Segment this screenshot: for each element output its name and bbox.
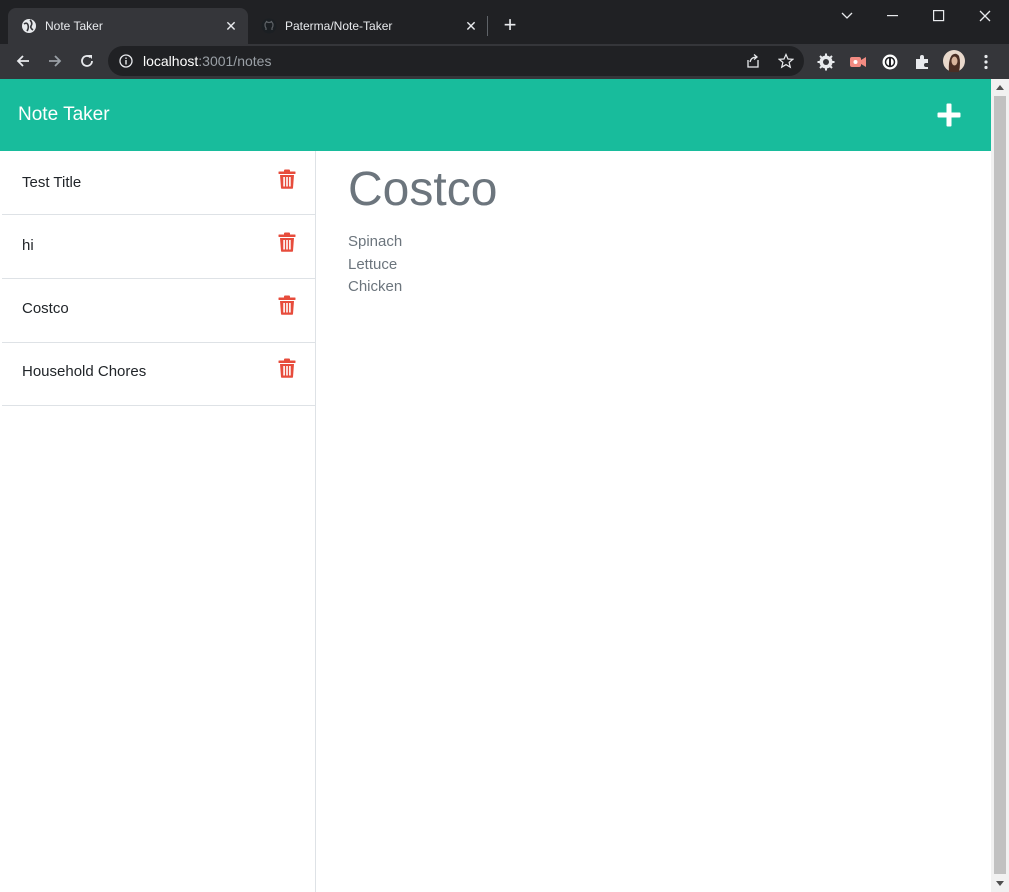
puzzle-extensions-icon[interactable] — [913, 53, 931, 71]
tab-separator — [487, 16, 488, 36]
video-extension-icon[interactable] — [849, 53, 867, 71]
app-brand[interactable]: Note Taker — [18, 104, 110, 126]
close-tab-icon[interactable]: ✕ — [222, 17, 240, 35]
trash-icon[interactable] — [278, 232, 296, 252]
trash-icon[interactable] — [278, 358, 296, 378]
scroll-up-arrow-icon[interactable] — [991, 79, 1009, 96]
note-text-field[interactable]: Spinach Lettuce Chicken — [348, 231, 402, 299]
url-text: localhost:3001/notes — [143, 53, 271, 69]
note-list-item[interactable]: hi — [2, 215, 315, 279]
trash-icon[interactable] — [278, 169, 296, 189]
github-icon — [261, 18, 277, 34]
circle-extension-icon[interactable] — [881, 53, 899, 71]
scroll-down-arrow-icon[interactable] — [991, 875, 1009, 892]
maximize-icon — [933, 10, 945, 22]
profile-avatar[interactable] — [943, 50, 965, 72]
note-list: Test Title hi Costco Household Chores — [0, 151, 316, 892]
tab-github-repo[interactable]: Paterma/Note-Taker ✕ — [248, 8, 488, 44]
reload-button[interactable] — [73, 47, 101, 75]
note-editor: Costco Spinach Lettuce Chicken — [316, 151, 991, 892]
tab-note-taker[interactable]: Note Taker ✕ — [8, 8, 248, 44]
tab-title: Paterma/Note-Taker — [285, 19, 393, 33]
minimize-icon — [887, 15, 898, 17]
maximize-button[interactable] — [916, 0, 962, 32]
page-viewport: Note Taker Test Title hi Costco Househol… — [0, 79, 1009, 892]
back-button[interactable] — [9, 47, 37, 75]
share-icon[interactable] — [745, 53, 761, 69]
browser-toolbar: localhost:3001/notes — [0, 44, 1009, 79]
note-title-field[interactable]: Costco — [348, 164, 497, 216]
note-list-item[interactable]: Test Title — [2, 151, 315, 215]
minimize-button[interactable] — [870, 0, 916, 32]
browser-tab-strip: Note Taker ✕ Paterma/Note-Taker ✕ + — [0, 0, 1009, 44]
new-note-plus-icon[interactable] — [936, 102, 962, 128]
close-tab-icon[interactable]: ✕ — [462, 17, 480, 35]
note-list-item[interactable]: Costco — [2, 279, 315, 343]
bookmark-star-icon[interactable] — [778, 53, 794, 69]
note-item-title[interactable]: Test Title — [22, 174, 81, 192]
tab-search-button[interactable] — [824, 0, 870, 32]
url-path: :3001/notes — [198, 53, 272, 69]
address-bar[interactable]: localhost:3001/notes — [108, 46, 804, 76]
trash-icon[interactable] — [278, 295, 296, 315]
note-item-title[interactable]: Costco — [22, 300, 69, 318]
chevron-down-icon — [841, 12, 853, 19]
info-icon[interactable] — [119, 54, 133, 68]
new-tab-button[interactable]: + — [498, 14, 522, 38]
kebab-menu-icon[interactable] — [977, 53, 995, 71]
globe-icon — [22, 19, 36, 33]
arrow-left-icon — [16, 55, 29, 67]
tab-title: Note Taker — [45, 19, 103, 33]
forward-button[interactable] — [41, 47, 69, 75]
note-item-title[interactable]: Household Chores — [22, 363, 146, 381]
app-navbar: Note Taker — [0, 79, 991, 151]
close-icon — [979, 10, 991, 22]
url-host: localhost — [143, 53, 199, 69]
note-item-title[interactable]: hi — [22, 237, 34, 255]
close-window-button[interactable] — [962, 0, 1008, 32]
gear-extension-icon[interactable] — [817, 53, 835, 71]
scrollbar-thumb[interactable] — [994, 96, 1006, 874]
note-list-item[interactable]: Household Chores — [2, 342, 315, 406]
reload-icon — [81, 55, 93, 67]
page-scrollbar[interactable] — [991, 79, 1009, 892]
arrow-right-icon — [49, 55, 62, 67]
